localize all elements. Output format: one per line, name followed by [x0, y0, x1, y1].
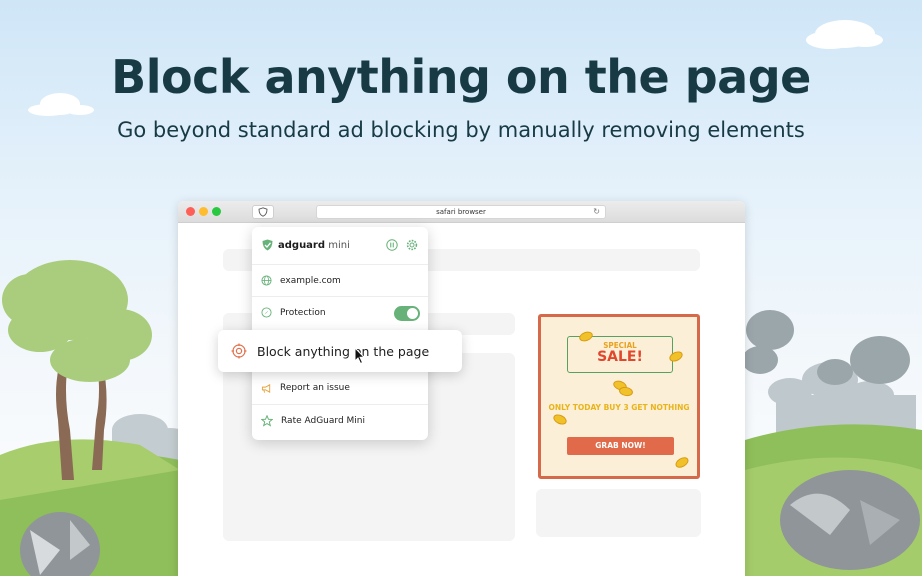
- coin-icon: [618, 385, 634, 398]
- adguard-extension-button[interactable]: [252, 205, 274, 219]
- rate-label: Rate AdGuard Mini: [281, 415, 365, 426]
- pause-icon[interactable]: [386, 239, 398, 251]
- header-actions: [386, 239, 418, 251]
- ad-grab-button[interactable]: GRAB NOW!: [567, 437, 674, 455]
- gear-icon[interactable]: [406, 239, 418, 251]
- ad-tagline: ONLY TODAY BUY 3 GET NOTHING: [548, 403, 690, 412]
- star-icon: [261, 414, 273, 427]
- ad-banner: SPECIAL SALE! ONLY TODAY BUY 3 GET NOTHI…: [538, 314, 700, 479]
- globe-icon: [261, 275, 272, 286]
- hero-title: Block anything on the page: [111, 50, 811, 104]
- rock-right: [780, 470, 920, 570]
- site-row: example.com: [252, 264, 428, 296]
- report-issue-label: Report an issue: [280, 383, 350, 393]
- shield-icon: [258, 207, 268, 217]
- block-element-item[interactable]: Block anything on the page: [218, 330, 462, 372]
- rate-item[interactable]: Rate AdGuard Mini: [252, 404, 428, 436]
- coin-icon: [673, 455, 691, 470]
- site-domain: example.com: [280, 275, 341, 286]
- cursor-icon: [354, 347, 366, 365]
- address-bar[interactable]: safari browser ↻: [316, 205, 606, 219]
- hero-subtitle: Go beyond standard ad blocking by manual…: [117, 118, 805, 142]
- coin-icon: [551, 412, 569, 427]
- brand-main: adguard: [278, 239, 326, 251]
- promo-scene: Block anything on the page Go beyond sta…: [0, 0, 922, 576]
- compass-icon: [261, 307, 272, 318]
- report-issue-item[interactable]: Report an issue: [252, 372, 428, 404]
- brand-suffix: mini: [325, 239, 350, 251]
- zoom-window-button[interactable]: [212, 207, 221, 216]
- megaphone-icon: [261, 383, 271, 393]
- brand-name: adguard mini: [278, 240, 350, 251]
- browser-titlebar: safari browser ↻: [178, 201, 745, 223]
- popup-header: adguard mini: [262, 237, 418, 253]
- address-text: safari browser: [436, 208, 486, 216]
- target-icon: [231, 343, 247, 359]
- shield-icon: [262, 239, 273, 251]
- minimize-window-button[interactable]: [199, 207, 208, 216]
- protection-toggle[interactable]: [394, 306, 420, 321]
- ad-sale-text: SALE!: [597, 349, 643, 365]
- content-placeholder: [536, 489, 701, 537]
- tree-right: [742, 310, 910, 385]
- protection-row: Protection: [252, 296, 428, 328]
- close-window-button[interactable]: [186, 207, 195, 216]
- block-element-label: Block anything on the page: [257, 343, 430, 359]
- protection-label: Protection: [280, 307, 326, 318]
- reload-icon[interactable]: ↻: [593, 208, 600, 216]
- tree-canopy-left: [2, 260, 152, 382]
